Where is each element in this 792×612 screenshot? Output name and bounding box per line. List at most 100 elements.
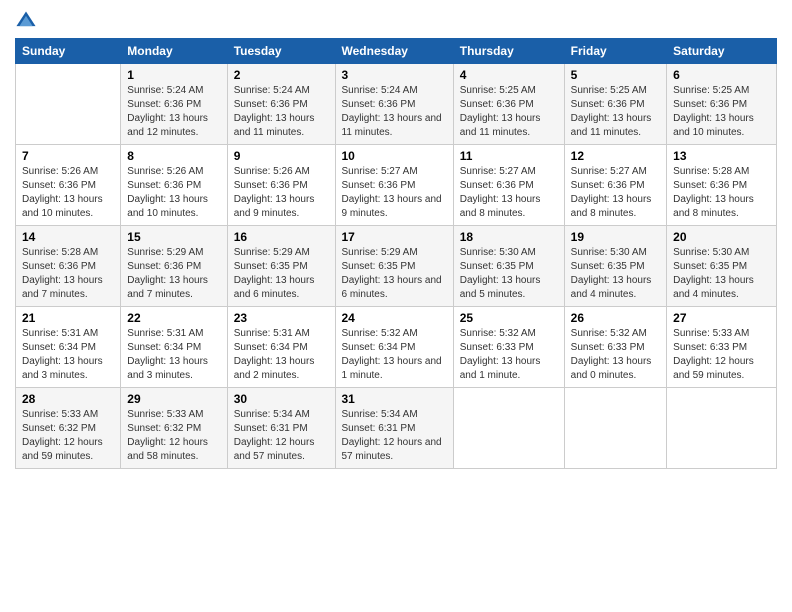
week-row-5: 28 Sunrise: 5:33 AMSunset: 6:32 PMDayligh… xyxy=(16,388,777,469)
day-cell: 13 Sunrise: 5:28 AMSunset: 6:36 PMDayligh… xyxy=(667,145,777,226)
day-cell: 4 Sunrise: 5:25 AMSunset: 6:36 PMDaylight… xyxy=(453,64,564,145)
day-cell: 14 Sunrise: 5:28 AMSunset: 6:36 PMDayligh… xyxy=(16,226,121,307)
day-cell: 3Sunrise: 5:24 AMSunset: 6:36 PMDaylight… xyxy=(335,64,453,145)
day-info: Sunrise: 5:30 AMSunset: 6:35 PMDaylight:… xyxy=(673,246,770,302)
weekday-header-saturday: Saturday xyxy=(667,39,777,64)
day-number: 22 xyxy=(127,311,220,325)
day-info: Sunrise: 5:32 AMSunset: 6:33 PMDaylight:… xyxy=(571,327,660,383)
day-number: 14 xyxy=(22,230,114,244)
day-number: 18 xyxy=(460,230,558,244)
day-number: 26 xyxy=(571,311,660,325)
day-cell: 24 Sunrise: 5:32 AMSunset: 6:34 PMDayligh… xyxy=(335,307,453,388)
day-cell: 31 Sunrise: 5:34 AMSunset: 6:31 PMDayligh… xyxy=(335,388,453,469)
day-number: 28 xyxy=(22,392,114,406)
day-info: Sunrise: 5:33 AMSunset: 6:33 PMDaylight:… xyxy=(673,327,770,383)
logo xyxy=(15,10,41,32)
day-cell: 15Sunrise: 5:29 AMSunset: 6:36 PMDayligh… xyxy=(121,226,227,307)
day-cell: 17Sunrise: 5:29 AMSunset: 6:35 PMDayligh… xyxy=(335,226,453,307)
day-number: 11 xyxy=(460,149,558,163)
day-cell: 11 Sunrise: 5:27 AMSunset: 6:36 PMDayligh… xyxy=(453,145,564,226)
day-cell xyxy=(16,64,121,145)
weekday-header-tuesday: Tuesday xyxy=(227,39,335,64)
day-cell: 2 Sunrise: 5:24 AMSunset: 6:36 PMDaylight… xyxy=(227,64,335,145)
day-cell: 22 Sunrise: 5:31 AMSunset: 6:34 PMDayligh… xyxy=(121,307,227,388)
day-number: 5 xyxy=(571,68,660,82)
day-number: 19 xyxy=(571,230,660,244)
day-info: Sunrise: 5:30 AMSunset: 6:35 PMDaylight:… xyxy=(571,246,660,302)
week-row-1: 1Sunrise: 5:24 AMSunset: 6:36 PMDaylight… xyxy=(16,64,777,145)
weekday-header-sunday: Sunday xyxy=(16,39,121,64)
day-info: Sunrise: 5:32 AMSunset: 6:33 PMDaylight:… xyxy=(460,327,558,383)
weekday-header-thursday: Thursday xyxy=(453,39,564,64)
day-number: 9 xyxy=(234,149,329,163)
day-info: Sunrise: 5:30 AMSunset: 6:35 PMDaylight:… xyxy=(460,246,558,302)
day-number: 21 xyxy=(22,311,114,325)
day-info: Sunrise: 5:28 AMSunset: 6:36 PMDaylight:… xyxy=(673,165,770,221)
day-number: 31 xyxy=(342,392,447,406)
weekday-header-wednesday: Wednesday xyxy=(335,39,453,64)
day-cell: 6Sunrise: 5:25 AMSunset: 6:36 PMDaylight… xyxy=(667,64,777,145)
day-info: Sunrise: 5:26 AMSunset: 6:36 PMDaylight:… xyxy=(22,165,114,221)
header xyxy=(15,10,777,32)
day-number: 4 xyxy=(460,68,558,82)
day-number: 25 xyxy=(460,311,558,325)
day-info: Sunrise: 5:31 AMSunset: 6:34 PMDaylight:… xyxy=(127,327,220,383)
day-cell: 5 Sunrise: 5:25 AMSunset: 6:36 PMDaylight… xyxy=(564,64,666,145)
day-info: Sunrise: 5:26 AMSunset: 6:36 PMDaylight:… xyxy=(127,165,220,221)
day-number: 10 xyxy=(342,149,447,163)
week-row-3: 14 Sunrise: 5:28 AMSunset: 6:36 PMDayligh… xyxy=(16,226,777,307)
day-cell: 20 Sunrise: 5:30 AMSunset: 6:35 PMDayligh… xyxy=(667,226,777,307)
day-number: 29 xyxy=(127,392,220,406)
day-number: 24 xyxy=(342,311,447,325)
day-number: 30 xyxy=(234,392,329,406)
day-info: Sunrise: 5:28 AMSunset: 6:36 PMDaylight:… xyxy=(22,246,114,302)
day-cell: 23Sunrise: 5:31 AMSunset: 6:34 PMDayligh… xyxy=(227,307,335,388)
day-number: 2 xyxy=(234,68,329,82)
day-info: Sunrise: 5:34 AMSunset: 6:31 PMDaylight:… xyxy=(234,408,329,464)
day-number: 13 xyxy=(673,149,770,163)
day-info: Sunrise: 5:33 AMSunset: 6:32 PMDaylight:… xyxy=(127,408,220,464)
day-info: Sunrise: 5:32 AMSunset: 6:34 PMDaylight:… xyxy=(342,327,447,383)
logo-icon xyxy=(15,10,37,32)
day-cell: 16 Sunrise: 5:29 AMSunset: 6:35 PMDayligh… xyxy=(227,226,335,307)
day-cell: 26 Sunrise: 5:32 AMSunset: 6:33 PMDayligh… xyxy=(564,307,666,388)
day-cell: 21 Sunrise: 5:31 AMSunset: 6:34 PMDayligh… xyxy=(16,307,121,388)
day-cell xyxy=(667,388,777,469)
day-info: Sunrise: 5:33 AMSunset: 6:32 PMDaylight:… xyxy=(22,408,114,464)
day-cell: 19 Sunrise: 5:30 AMSunset: 6:35 PMDayligh… xyxy=(564,226,666,307)
day-info: Sunrise: 5:27 AMSunset: 6:36 PMDaylight:… xyxy=(342,165,447,221)
day-info: Sunrise: 5:31 AMSunset: 6:34 PMDaylight:… xyxy=(22,327,114,383)
weekday-header-friday: Friday xyxy=(564,39,666,64)
page-container: SundayMondayTuesdayWednesdayThursdayFrid… xyxy=(0,0,792,479)
weekday-header-monday: Monday xyxy=(121,39,227,64)
day-cell: 12 Sunrise: 5:27 AMSunset: 6:36 PMDayligh… xyxy=(564,145,666,226)
day-info: Sunrise: 5:24 AMSunset: 6:36 PMDaylight:… xyxy=(234,84,329,140)
day-info: Sunrise: 5:25 AMSunset: 6:36 PMDaylight:… xyxy=(571,84,660,140)
day-cell: 7 Sunrise: 5:26 AMSunset: 6:36 PMDaylight… xyxy=(16,145,121,226)
day-cell: 27 Sunrise: 5:33 AMSunset: 6:33 PMDayligh… xyxy=(667,307,777,388)
day-number: 16 xyxy=(234,230,329,244)
day-info: Sunrise: 5:29 AMSunset: 6:35 PMDaylight:… xyxy=(234,246,329,302)
day-number: 12 xyxy=(571,149,660,163)
day-cell xyxy=(564,388,666,469)
day-info: Sunrise: 5:27 AMSunset: 6:36 PMDaylight:… xyxy=(460,165,558,221)
day-number: 27 xyxy=(673,311,770,325)
day-number: 7 xyxy=(22,149,114,163)
day-number: 20 xyxy=(673,230,770,244)
day-cell: 1Sunrise: 5:24 AMSunset: 6:36 PMDaylight… xyxy=(121,64,227,145)
day-cell: 18 Sunrise: 5:30 AMSunset: 6:35 PMDayligh… xyxy=(453,226,564,307)
day-info: Sunrise: 5:29 AMSunset: 6:35 PMDaylight:… xyxy=(342,246,447,302)
day-cell: 30 Sunrise: 5:34 AMSunset: 6:31 PMDayligh… xyxy=(227,388,335,469)
day-info: Sunrise: 5:29 AMSunset: 6:36 PMDaylight:… xyxy=(127,246,220,302)
day-info: Sunrise: 5:34 AMSunset: 6:31 PMDaylight:… xyxy=(342,408,447,464)
day-number: 8 xyxy=(127,149,220,163)
day-info: Sunrise: 5:25 AMSunset: 6:36 PMDaylight:… xyxy=(673,84,770,140)
day-info: Sunrise: 5:25 AMSunset: 6:36 PMDaylight:… xyxy=(460,84,558,140)
day-cell: 28 Sunrise: 5:33 AMSunset: 6:32 PMDayligh… xyxy=(16,388,121,469)
day-cell xyxy=(453,388,564,469)
day-info: Sunrise: 5:24 AMSunset: 6:36 PMDaylight:… xyxy=(127,84,220,140)
day-info: Sunrise: 5:26 AMSunset: 6:36 PMDaylight:… xyxy=(234,165,329,221)
day-cell: 8 Sunrise: 5:26 AMSunset: 6:36 PMDaylight… xyxy=(121,145,227,226)
day-info: Sunrise: 5:31 AMSunset: 6:34 PMDaylight:… xyxy=(234,327,329,383)
day-info: Sunrise: 5:27 AMSunset: 6:36 PMDaylight:… xyxy=(571,165,660,221)
